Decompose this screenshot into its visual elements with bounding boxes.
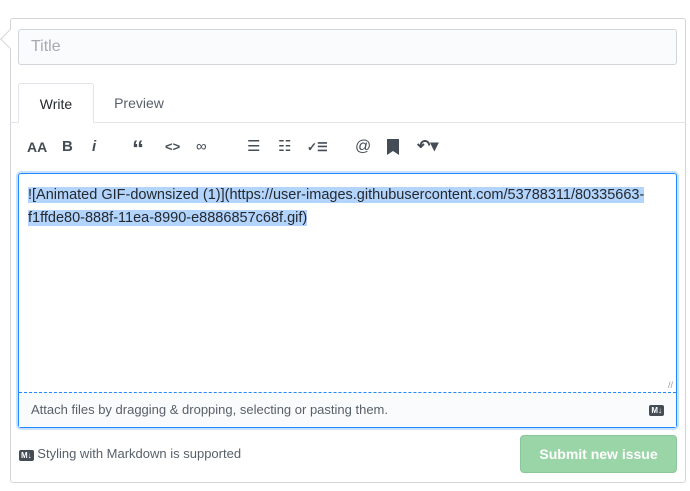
tab-write[interactable]: Write [18,83,94,123]
attach-files-bar[interactable]: Attach files by dragging & dropping, sel… [19,392,676,427]
attach-hint: Attach files by dragging & dropping, sel… [31,402,388,417]
markdown-hint-text: Styling with Markdown is supported [37,446,242,461]
comment-textarea[interactable]: ![Animated GIF-downsized (1)](https://us… [18,173,677,428]
reply-icon[interactable]: ↶▾ [417,137,438,157]
markdown-icon: M↓ [19,450,34,461]
bold-icon[interactable]: B [62,137,73,157]
code-icon[interactable]: <> [165,137,180,157]
quote-icon[interactable]: “ [132,138,144,162]
markdown-icon: M↓ [649,405,664,416]
title-input[interactable] [18,29,677,65]
textarea-content[interactable]: ![Animated GIF-downsized (1)](https://us… [28,184,648,230]
italic-icon[interactable]: i [92,137,96,157]
resize-handle[interactable]: // [668,380,673,390]
numbered-list-icon[interactable]: ☷ [278,137,291,157]
submit-issue-button[interactable]: Submit new issue [520,435,677,473]
text-size-icon[interactable]: AA [27,137,47,157]
bullet-list-icon[interactable]: ☰ [247,137,260,157]
selected-text: ![Animated GIF-downsized (1)](https://us… [28,187,645,226]
markdown-hint[interactable]: M↓ Styling with Markdown is supported [19,446,241,461]
tab-preview[interactable]: Preview [100,83,178,123]
mention-icon[interactable]: @ [355,137,371,157]
task-list-icon[interactable]: ✓☰ [307,137,328,157]
link-icon[interactable]: ∞ [196,137,207,157]
